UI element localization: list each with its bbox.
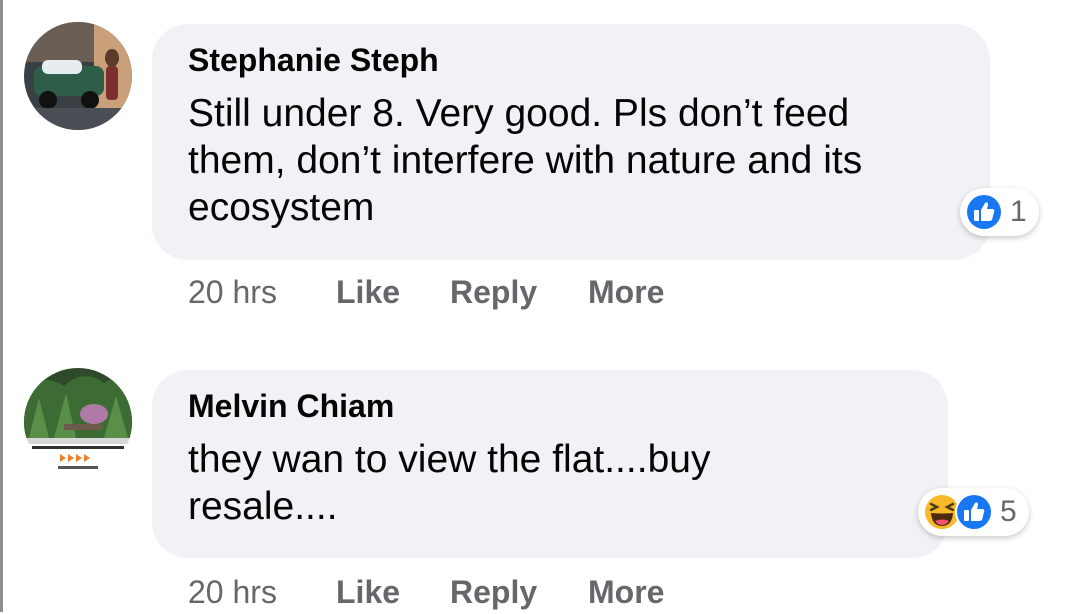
comment-author[interactable]: Stephanie Steph bbox=[188, 42, 439, 79]
comment-bubble: Melvin Chiam they wan to view the flat..… bbox=[152, 370, 948, 558]
avatar-photo bbox=[24, 368, 132, 476]
reaction-count: 5 bbox=[1000, 495, 1017, 528]
more-button[interactable]: More bbox=[588, 574, 664, 611]
avatar-photo bbox=[24, 22, 132, 130]
reply-button[interactable]: Reply bbox=[450, 574, 537, 611]
like-button[interactable]: Like bbox=[336, 274, 400, 311]
comment-text: they wan to view the flat....buy resale.… bbox=[188, 438, 711, 528]
comment-bubble: Stephanie Steph Still under 8. Very good… bbox=[152, 24, 990, 260]
reaction-summary[interactable]: 5 bbox=[918, 488, 1029, 536]
reaction-count: 1 bbox=[1010, 195, 1027, 228]
like-button[interactable]: Like bbox=[336, 574, 400, 611]
avatar[interactable] bbox=[24, 368, 132, 476]
like-icon bbox=[955, 493, 993, 531]
comment-text: Still under 8. Very good. Pls don’t feed… bbox=[188, 92, 863, 229]
like-icon bbox=[965, 193, 1003, 231]
avatar[interactable] bbox=[24, 22, 132, 130]
more-button[interactable]: More bbox=[588, 274, 664, 311]
window-border bbox=[0, 0, 3, 612]
timestamp[interactable]: 20 hrs bbox=[188, 574, 277, 611]
comment-author[interactable]: Melvin Chiam bbox=[188, 388, 394, 425]
reply-button[interactable]: Reply bbox=[450, 274, 537, 311]
timestamp[interactable]: 20 hrs bbox=[188, 274, 277, 311]
reaction-summary[interactable]: 1 bbox=[960, 188, 1039, 236]
